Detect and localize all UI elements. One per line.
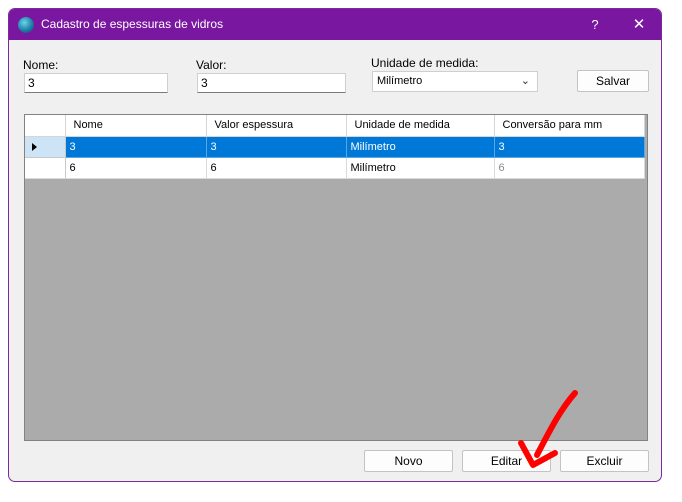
grid-header-row: Nome Valor espessura Unidade de medida C… bbox=[25, 115, 645, 137]
cell-nome[interactable]: 6 bbox=[65, 157, 207, 179]
nome-label: Nome: bbox=[23, 58, 59, 72]
annotation-arrow-icon bbox=[518, 390, 578, 468]
grid-corner-header bbox=[25, 115, 66, 137]
unidade-selected-value: Milímetro bbox=[377, 75, 423, 87]
column-header-unidade[interactable]: Unidade de medida bbox=[346, 115, 495, 137]
cell-valor[interactable]: 3 bbox=[206, 136, 347, 158]
table-row[interactable]: 6 6 Milímetro 6 bbox=[25, 157, 645, 179]
app-globe-icon bbox=[18, 17, 34, 33]
cell-valor[interactable]: 6 bbox=[206, 157, 347, 179]
unidade-select[interactable]: Milímetro ⌄ bbox=[372, 71, 538, 92]
row-header[interactable] bbox=[25, 157, 66, 179]
cell-conversao[interactable]: 3 bbox=[494, 136, 645, 158]
help-button[interactable]: ? bbox=[581, 14, 609, 36]
close-button[interactable]: ✕ bbox=[625, 14, 653, 36]
nome-input[interactable]: 3 bbox=[24, 73, 168, 93]
cell-unidade[interactable]: Milímetro bbox=[346, 136, 495, 158]
row-header[interactable] bbox=[25, 136, 66, 158]
table-row[interactable]: 3 3 Milímetro 3 bbox=[25, 136, 645, 158]
cell-unidade[interactable]: Milímetro bbox=[346, 157, 495, 179]
grid-table: Nome Valor espessura Unidade de medida C… bbox=[25, 115, 645, 179]
column-header-conversao[interactable]: Conversão para mm bbox=[494, 115, 645, 137]
column-header-valor[interactable]: Valor espessura bbox=[206, 115, 347, 137]
column-header-nome[interactable]: Nome bbox=[65, 115, 207, 137]
novo-button[interactable]: Novo bbox=[364, 450, 453, 472]
window-title: Cadastro de espessuras de vidros bbox=[41, 17, 224, 31]
title-bar: Cadastro de espessuras de vidros ? ✕ bbox=[9, 9, 661, 40]
save-button[interactable]: Salvar bbox=[577, 70, 649, 92]
unidade-label: Unidade de medida: bbox=[371, 56, 479, 70]
cell-nome[interactable]: 3 bbox=[65, 136, 207, 158]
chevron-down-icon: ⌄ bbox=[520, 75, 530, 87]
cell-conversao[interactable]: 6 bbox=[494, 157, 645, 179]
valor-label: Valor: bbox=[196, 58, 227, 72]
current-row-arrow-icon bbox=[32, 142, 37, 151]
valor-input[interactable]: 3 bbox=[197, 73, 346, 93]
